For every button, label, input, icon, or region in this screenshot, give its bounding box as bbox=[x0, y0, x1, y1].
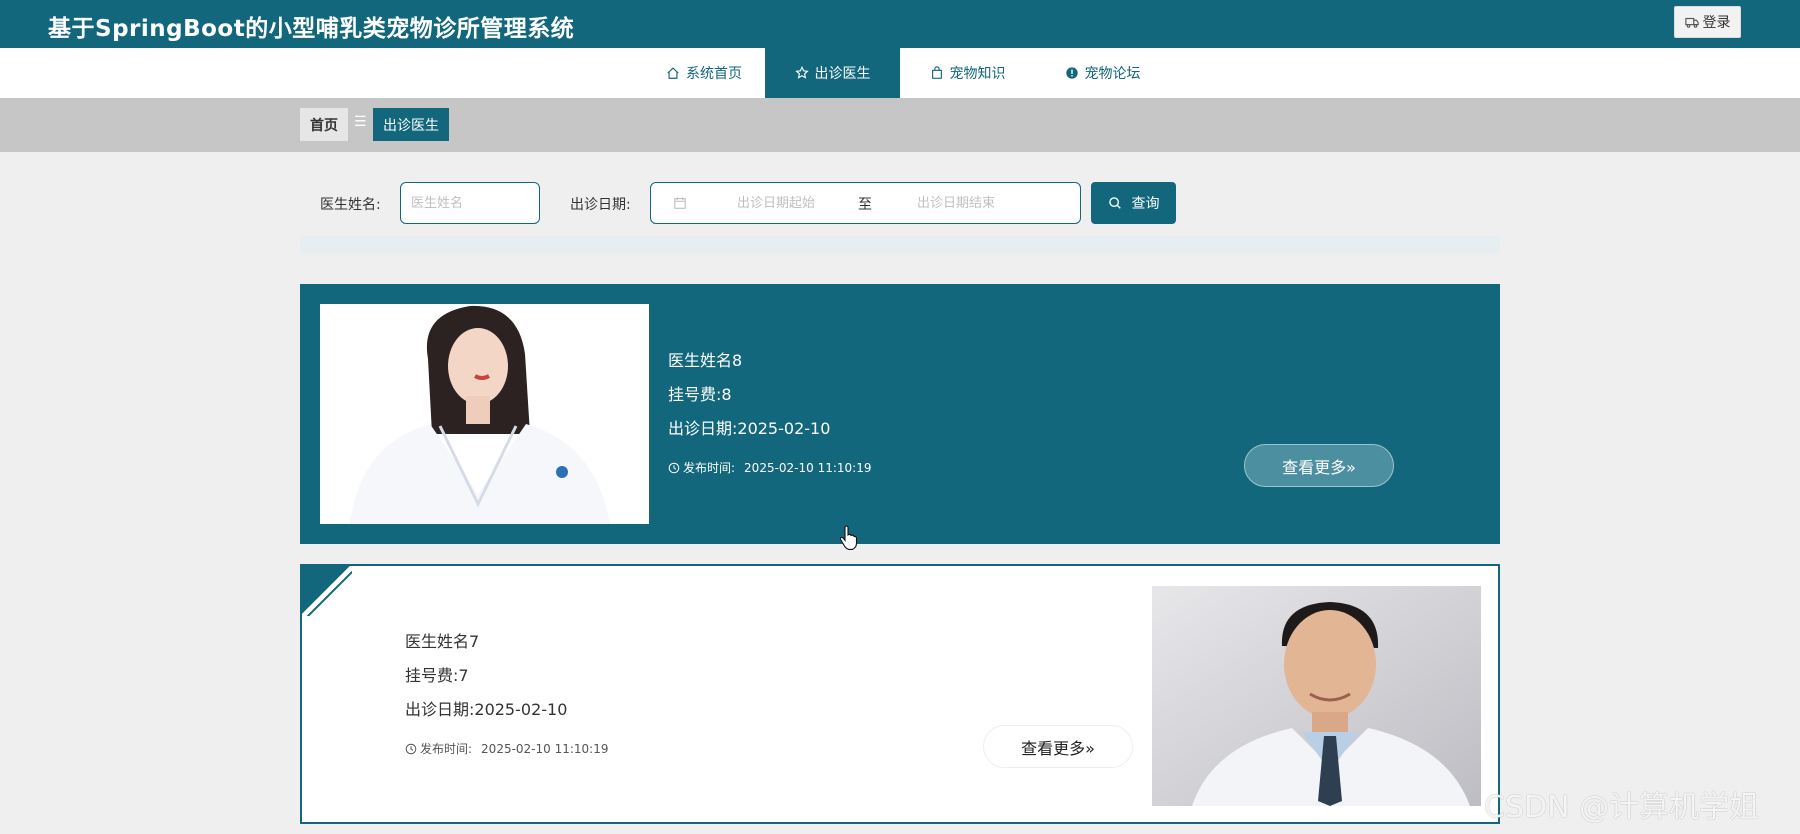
star-icon bbox=[794, 66, 809, 79]
breadcrumb-separator: ☰ bbox=[354, 114, 367, 130]
corner-decoration bbox=[302, 566, 352, 616]
nav-item-forum[interactable]: 宠物论坛 bbox=[1035, 48, 1170, 98]
calendar-icon bbox=[674, 197, 686, 209]
doctor-photo bbox=[1152, 586, 1481, 806]
search-button-label: 查询 bbox=[1131, 196, 1160, 212]
view-more-button[interactable]: 查看更多» bbox=[983, 725, 1133, 768]
breadcrumb-current: 出诊医生 bbox=[373, 108, 449, 141]
date-end-input[interactable] bbox=[891, 193, 1021, 213]
search-icon bbox=[1108, 197, 1121, 209]
date-range-picker[interactable]: 至 bbox=[650, 182, 1081, 224]
registration-fee: 挂号费:8 bbox=[668, 385, 732, 404]
search-button[interactable]: 查询 bbox=[1091, 182, 1176, 224]
doctor-name-input[interactable] bbox=[400, 182, 540, 224]
publish-time-label: 发布时间: bbox=[420, 742, 473, 756]
date-range-separator: 至 bbox=[858, 197, 872, 213]
publish-time-label: 发布时间: bbox=[683, 461, 736, 475]
site-title: 基于SpringBoot的小型哺乳类宠物诊所管理系统 bbox=[48, 16, 575, 42]
truck-icon bbox=[1684, 17, 1699, 28]
nav-item-label: 宠物知识 bbox=[949, 66, 1006, 82]
watermark: CSDN @计算机学姐 bbox=[1484, 790, 1760, 825]
registration-fee: 挂号费:7 bbox=[405, 666, 469, 685]
nav-item-knowledge[interactable]: 宠物知识 bbox=[900, 48, 1035, 98]
doctor-card[interactable]: 医生姓名7 挂号费:7 出诊日期:2025-02-10 发布时间: 2025-0… bbox=[300, 564, 1500, 824]
bag-icon bbox=[931, 66, 942, 79]
doctor-name: 医生姓名8 bbox=[668, 351, 743, 370]
publish-time: 发布时间: 2025-02-10 11:10:19 bbox=[405, 740, 609, 757]
login-label: 登录 bbox=[1702, 15, 1731, 31]
clock-icon bbox=[668, 462, 680, 473]
clock-icon bbox=[405, 743, 417, 754]
top-header: 基于SpringBoot的小型哺乳类宠物诊所管理系统 登录 bbox=[0, 0, 1800, 48]
divider-band bbox=[300, 236, 1500, 254]
nav-item-doctors[interactable]: 出诊医生 bbox=[765, 48, 900, 98]
doctor-card[interactable]: 医生姓名8 挂号费:8 出诊日期:2025-02-10 发布时间: 2025-0… bbox=[300, 284, 1500, 544]
nav-item-home[interactable]: 系统首页 bbox=[643, 48, 765, 98]
publish-time-value: 2025-02-10 11:10:19 bbox=[481, 741, 609, 756]
view-more-label: 查看更多» bbox=[1282, 457, 1356, 477]
view-more-button[interactable]: 查看更多» bbox=[1244, 444, 1394, 487]
doctor-name-label: 医生姓名: bbox=[320, 197, 381, 213]
visit-date: 出诊日期:2025-02-10 bbox=[405, 700, 568, 719]
doctor-name: 医生姓名7 bbox=[405, 632, 480, 651]
doctor-info: 医生姓名8 挂号费:8 出诊日期:2025-02-10 bbox=[668, 344, 830, 446]
hand-cursor-icon bbox=[840, 525, 858, 550]
doctor-photo bbox=[320, 304, 649, 524]
home-icon bbox=[667, 67, 679, 79]
breadcrumb-home[interactable]: 首页 bbox=[300, 108, 348, 141]
publish-time: 发布时间: 2025-02-10 11:10:19 bbox=[668, 459, 872, 476]
doctor-info: 医生姓名7 挂号费:7 出诊日期:2025-02-10 bbox=[405, 625, 567, 727]
publish-time-value: 2025-02-10 11:10:19 bbox=[744, 460, 872, 475]
nav-item-label: 系统首页 bbox=[686, 66, 742, 82]
nav-item-label: 出诊医生 bbox=[814, 66, 871, 82]
visit-date: 出诊日期:2025-02-10 bbox=[668, 419, 831, 438]
info-icon bbox=[1065, 67, 1078, 79]
visit-date-label: 出诊日期: bbox=[570, 197, 631, 213]
date-start-input[interactable] bbox=[711, 193, 841, 213]
view-more-label: 查看更多» bbox=[1021, 738, 1095, 758]
breadcrumb: 首页 ☰ 出诊医生 bbox=[0, 98, 1800, 152]
nav-item-label: 宠物论坛 bbox=[1084, 66, 1141, 82]
main-nav: 系统首页 出诊医生 宠物知识 宠物论坛 bbox=[0, 48, 1800, 98]
login-button[interactable]: 登录 bbox=[1674, 6, 1741, 38]
